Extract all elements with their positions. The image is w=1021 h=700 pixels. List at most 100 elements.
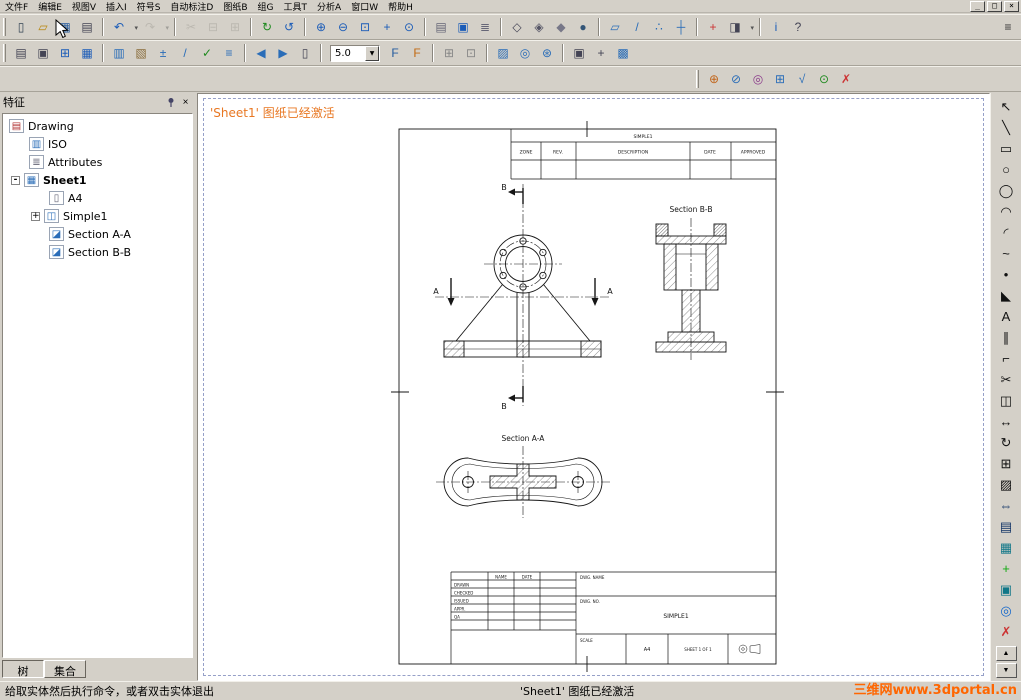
chamfer-tool[interactable]: ◣ — [995, 285, 1018, 306]
balloon-button[interactable]: ◎ — [514, 43, 536, 63]
mirror-tool[interactable]: ◫ — [995, 390, 1018, 411]
sheet-setup-button[interactable]: ▤ — [10, 43, 32, 63]
palette-scroll-up-icon[interactable]: ▲ — [995, 646, 1017, 661]
clean-dimensions-button[interactable]: ✓ — [196, 43, 218, 63]
help-button[interactable]: ? — [787, 17, 809, 37]
geometric-tolerance-button[interactable]: ⊞ — [769, 69, 791, 89]
table-tool[interactable]: ▦ — [995, 537, 1018, 558]
balloon-tool[interactable]: ◎ — [995, 600, 1018, 621]
tree-item-a4[interactable]: ▯ A4 — [3, 189, 192, 207]
repeat-region-button[interactable]: ▩ — [612, 43, 634, 63]
zoom-window-button[interactable]: ⊙ — [398, 17, 420, 37]
sheet-drawing-svg[interactable]: SIMPLE1 ZONE REV. DESCRIPTION DATE APPRO… — [198, 94, 989, 680]
reference-dimension-button[interactable]: ◎ — [747, 69, 769, 89]
insert-view-button[interactable]: ⊞ — [54, 43, 76, 63]
symbol-button[interactable]: ⊛ — [536, 43, 558, 63]
hatch-tool[interactable]: ▨ — [995, 474, 1018, 495]
toolbar-grip[interactable] — [696, 70, 699, 88]
circle-tool[interactable]: ○ — [995, 159, 1018, 180]
point-tool[interactable]: • — [995, 264, 1018, 285]
ellipse-tool[interactable]: ◯ — [995, 180, 1018, 201]
toolbar-options-button[interactable]: ≡ — [997, 17, 1019, 37]
symbol-tool[interactable]: + — [995, 558, 1018, 579]
spline-tool[interactable]: ~ — [995, 243, 1018, 264]
zoom-out-button[interactable]: ⊖ — [332, 17, 354, 37]
close-button[interactable]: × — [1004, 0, 1019, 12]
palette-scroll-down-icon[interactable]: ▼ — [995, 663, 1017, 678]
drawing-models-button[interactable]: ▣ — [32, 43, 54, 63]
section-bb-view[interactable]: Section B-B — [655, 205, 727, 360]
show-annotations-button[interactable]: ▥ — [108, 43, 130, 63]
shaded-button[interactable]: ● — [572, 17, 594, 37]
rotate-tool[interactable]: ↻ — [995, 432, 1018, 453]
surface-finish-button[interactable]: √ — [791, 69, 813, 89]
tree-expander-icon[interactable]: - — [11, 175, 20, 185]
menu-item-7[interactable]: 组G — [253, 0, 279, 13]
tree-expander-icon[interactable]: + — [31, 211, 40, 221]
fillet-tool[interactable]: ◜ — [995, 222, 1018, 243]
delete-tool[interactable]: ✗ — [995, 621, 1018, 642]
delete-annotation-button[interactable]: ✗ — [835, 69, 857, 89]
snapshot-tool[interactable]: ▣ — [995, 579, 1018, 600]
regenerate-button[interactable]: ↻ — [256, 17, 278, 37]
datum-axes-toggle[interactable]: / — [626, 17, 648, 37]
orient-button[interactable]: ◨ — [724, 17, 754, 37]
menu-item-1[interactable]: 编辑E — [33, 0, 67, 13]
tree-item-section-a-a[interactable]: ◪ Section A-A — [3, 225, 192, 243]
toolbar-grip[interactable] — [3, 18, 6, 36]
toolbar-grip[interactable] — [3, 44, 6, 62]
hatch-edit-button[interactable]: ▨ — [492, 43, 514, 63]
offset-tool[interactable]: ∥ — [995, 327, 1018, 348]
tree-item-simple1[interactable]: + ◫ Simple1 — [3, 207, 192, 225]
tree-item-attributes[interactable]: ≣ Attributes — [3, 153, 192, 171]
move-tool[interactable]: ↔ — [995, 411, 1018, 432]
menu-item-10[interactable]: 窗口W — [346, 0, 383, 13]
save-button[interactable]: ▦ — [54, 17, 76, 37]
drawing-canvas[interactable]: 'Sheet1' 图纸已经激活 SIMPLE1 ZONE REV. DESCRI… — [197, 93, 990, 681]
move-view-button[interactable]: + — [590, 43, 612, 63]
menu-item-5[interactable]: 自动标注D — [165, 0, 218, 13]
open-file-button[interactable]: ▱ — [32, 17, 54, 37]
datum-csys-toggle[interactable]: ┼ — [670, 17, 692, 37]
menu-item-0[interactable]: 文件F — [0, 0, 33, 13]
refit-button[interactable]: ⊡ — [354, 17, 376, 37]
use-edge-tool[interactable]: ⌐ — [995, 348, 1018, 369]
minimize-button[interactable]: _ — [970, 0, 985, 12]
datum-target-button[interactable]: ⊙ — [813, 69, 835, 89]
show-axes-button[interactable]: / — [174, 43, 196, 63]
zoom-in-button[interactable]: ⊕ — [310, 17, 332, 37]
panel-tab-1[interactable]: 集合 — [44, 660, 86, 678]
previous-sheet-button[interactable]: ◀ — [250, 43, 272, 63]
tree-item-drawing[interactable]: ▤ Drawing — [3, 117, 192, 135]
rectangle-tool[interactable]: ▭ — [995, 138, 1018, 159]
erase-annotations-button[interactable]: ▧ — [130, 43, 152, 63]
section-aa-view[interactable]: Section A-A — [436, 434, 610, 518]
note-tool[interactable]: ▤ — [995, 516, 1018, 537]
no-hidden-button[interactable]: ◆ — [550, 17, 572, 37]
arc-tool[interactable]: ◠ — [995, 201, 1018, 222]
insert-table-button[interactable]: ▦ — [76, 43, 98, 63]
line-tool[interactable]: ╲ — [995, 117, 1018, 138]
select-tool[interactable]: ↖ — [995, 96, 1018, 117]
combo-dropdown-icon[interactable]: ▼ — [365, 45, 379, 61]
close-icon[interactable]: × — [178, 95, 193, 109]
tree-item-iso[interactable]: ▥ ISO — [3, 135, 192, 153]
show-dimensions-button[interactable]: ± — [152, 43, 174, 63]
dimension-tool[interactable]: ⇔ — [995, 495, 1018, 516]
trim-tool[interactable]: ✂ — [995, 369, 1018, 390]
copy-tool[interactable]: ⊞ — [995, 453, 1018, 474]
repaint-button[interactable]: ↺ — [278, 17, 300, 37]
text-style-button[interactable]: F — [384, 43, 406, 63]
snap-toggle[interactable]: ⊡ — [460, 43, 482, 63]
tree-item-sheet1[interactable]: - ▦ Sheet1 — [3, 171, 192, 189]
ordinate-dimension-button[interactable]: ⊘ — [725, 69, 747, 89]
lock-view-toggle[interactable]: ▣ — [568, 43, 590, 63]
align-dimensions-button[interactable]: ≡ — [218, 43, 240, 63]
menu-item-9[interactable]: 分析A — [312, 0, 346, 13]
panel-tab-0[interactable]: 树 — [2, 660, 44, 678]
layers-button[interactable]: ▤ — [430, 17, 452, 37]
new-file-button[interactable]: ▯ — [10, 17, 32, 37]
pan-button[interactable]: + — [376, 17, 398, 37]
spin-center-button[interactable]: + — [702, 17, 724, 37]
menu-item-3[interactable]: 插入I — [101, 0, 132, 13]
